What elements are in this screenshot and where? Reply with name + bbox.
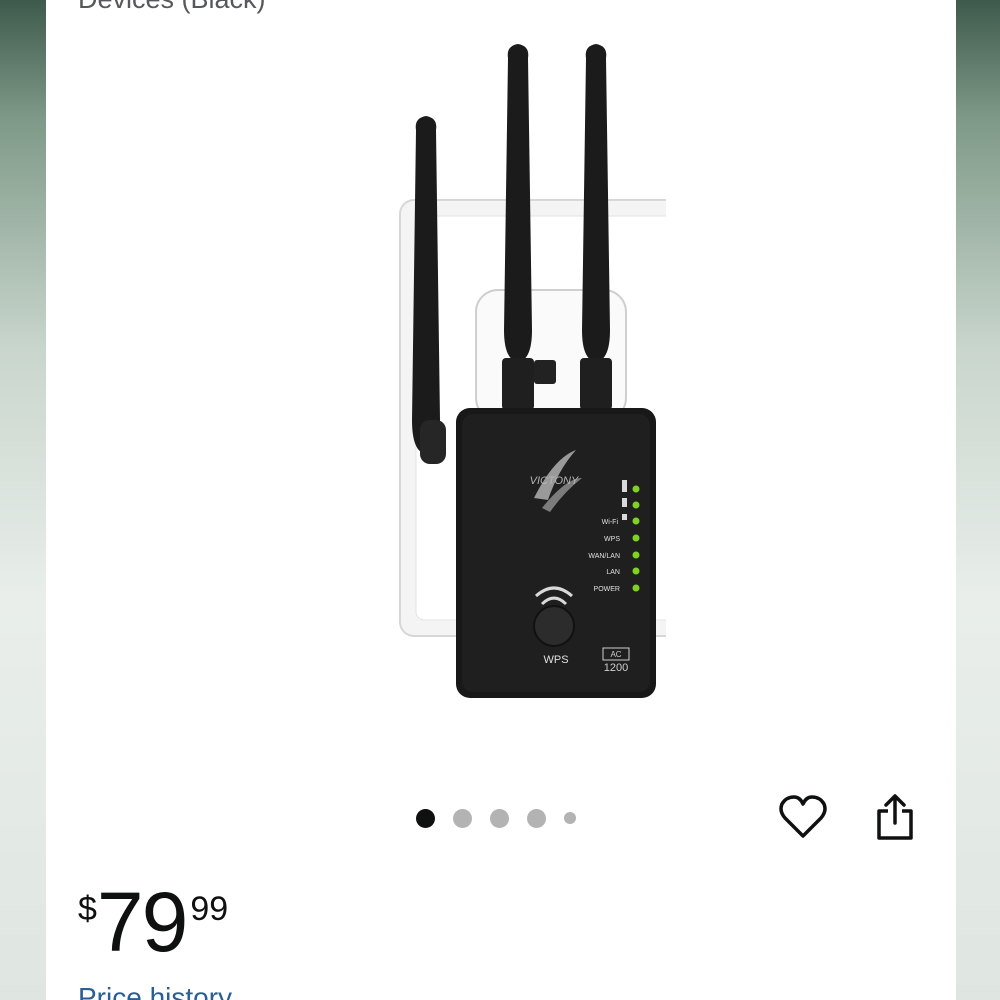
add-to-wishlist-button[interactable] bbox=[776, 790, 830, 844]
product-title: Devices (Black) bbox=[78, 0, 266, 15]
svg-text:WPS: WPS bbox=[604, 536, 620, 543]
svg-text:AC: AC bbox=[610, 650, 621, 659]
carousel-dot-active[interactable] bbox=[416, 808, 435, 828]
carousel-dot[interactable] bbox=[527, 808, 546, 828]
heart-icon bbox=[779, 795, 827, 838]
svg-text:WAN/LAN: WAN/LAN bbox=[588, 553, 620, 560]
price-whole: 79 bbox=[96, 875, 188, 969]
price-fraction: 99 bbox=[190, 890, 229, 928]
price: $ 79 99 bbox=[78, 880, 228, 964]
carousel-dot[interactable] bbox=[490, 808, 509, 828]
svg-text:VICTONY: VICTONY bbox=[530, 475, 579, 487]
carousel-dot[interactable] bbox=[453, 808, 472, 828]
svg-text:LAN: LAN bbox=[606, 569, 620, 576]
svg-text:Wi-Fi: Wi-Fi bbox=[602, 519, 619, 526]
image-carousel-indicator[interactable] bbox=[416, 806, 576, 830]
svg-text:1200: 1200 bbox=[604, 662, 628, 674]
product-image[interactable]: VICTONY Wi-Fi WPS WAN/LAN LAN POWER WPS bbox=[336, 40, 666, 720]
svg-text:POWER: POWER bbox=[594, 586, 620, 593]
carousel-dot[interactable] bbox=[564, 812, 576, 824]
share-icon bbox=[877, 794, 913, 840]
share-button[interactable] bbox=[868, 790, 922, 844]
price-history-link[interactable]: Price history bbox=[78, 982, 232, 1000]
product-panel: Devices (Black) VICTONY bbox=[46, 0, 956, 1000]
svg-text:WPS: WPS bbox=[543, 654, 568, 666]
price-currency-symbol: $ bbox=[78, 890, 97, 928]
